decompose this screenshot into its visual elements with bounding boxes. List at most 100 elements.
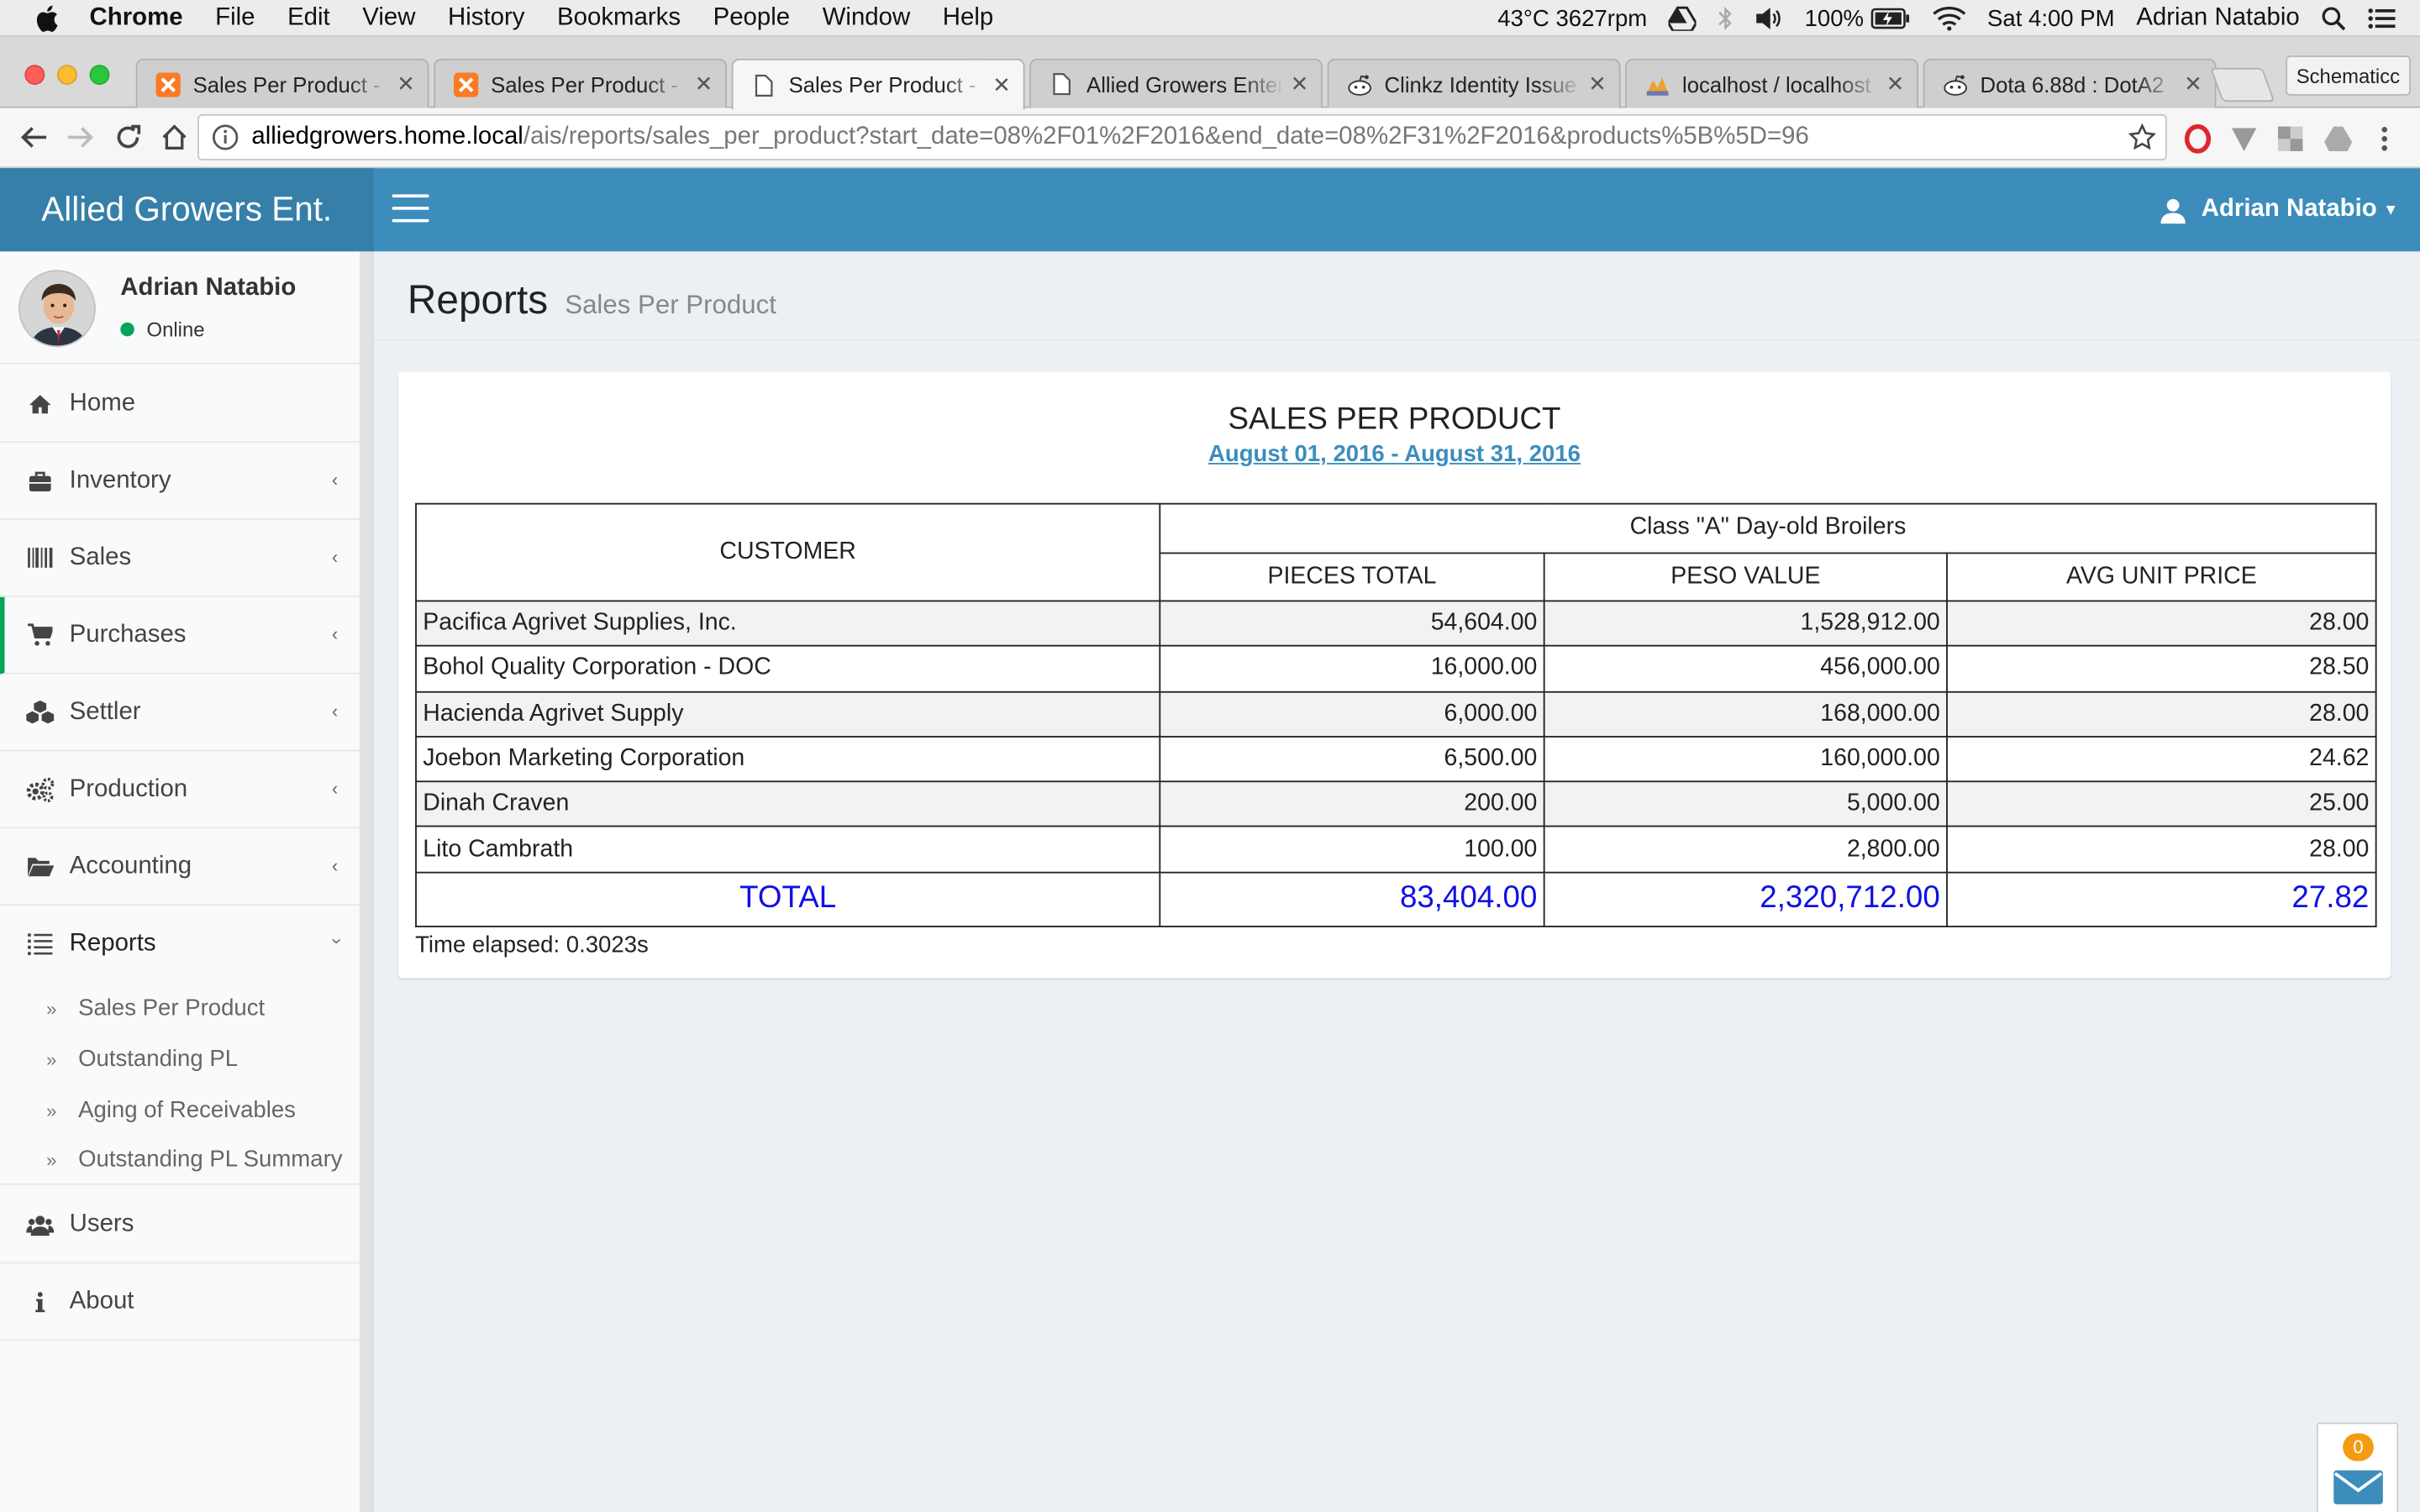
back-button[interactable] — [18, 122, 50, 153]
total-row: TOTAL 83,404.00 2,320,712.00 27.82 — [415, 871, 2377, 927]
browser-tab[interactable]: localhost / localhost / ✕ — [1625, 58, 1919, 108]
app-logo[interactable]: Allied Growers Ent. — [0, 168, 374, 252]
browser-tab[interactable]: Clinkz Identity Issue : ✕ — [1327, 58, 1621, 108]
battery-percent[interactable]: 100% — [1805, 5, 1864, 31]
apple-icon[interactable] — [34, 4, 58, 32]
sidebar-item-about[interactable]: About — [0, 1263, 360, 1341]
volume-icon[interactable] — [1755, 6, 1783, 30]
reload-button[interactable] — [113, 122, 144, 153]
sidebar-scrollbar[interactable] — [359, 251, 372, 1512]
sidebar-toggle-button[interactable] — [392, 194, 429, 225]
column-header-avg-unit-price: AVG UNIT PRICE — [1946, 551, 2377, 602]
drive-extension-icon[interactable] — [2323, 123, 2354, 155]
chrome-menu-icon[interactable] — [2372, 123, 2396, 155]
report-title: SALES PER PRODUCT — [1228, 402, 1561, 437]
menu-view[interactable]: View — [362, 4, 415, 32]
new-tab-button[interactable] — [2210, 67, 2275, 102]
clock[interactable]: Sat 4:00 PM — [1987, 5, 2115, 31]
menubar-user[interactable]: Adrian Natabio — [2136, 5, 2299, 33]
opera-extension-icon[interactable] — [2182, 123, 2213, 155]
sidebar: Adrian Natabio Online Home Inventory ‹ S… — [0, 251, 374, 1512]
sidebar-item-production[interactable]: Production ‹ — [0, 751, 360, 829]
wifi-icon[interactable] — [1932, 6, 1965, 31]
window-minimize-button[interactable] — [56, 65, 77, 86]
browser-tab-active[interactable]: Sales Per Product - R ✕ — [731, 58, 1025, 110]
online-dot-icon — [120, 322, 134, 337]
sidebar-item-users[interactable]: Users — [0, 1186, 360, 1264]
google-drive-icon[interactable] — [1668, 6, 1697, 31]
pieces-cell: 200.00 — [1159, 780, 1545, 828]
user-status-label: Online — [146, 318, 205, 341]
menu-help[interactable]: Help — [943, 4, 993, 32]
sidebar-item-purchases[interactable]: Purchases ‹ — [0, 596, 360, 675]
sidebar-item-inventory[interactable]: Inventory ‹ — [0, 443, 360, 520]
double-chevron-right-icon: » — [46, 1048, 57, 1070]
report-box: SALES PER PRODUCT August 01, 2016 - Augu… — [397, 371, 2391, 979]
browser-tab[interactable]: Sales Per Product - R ✕ — [434, 58, 728, 108]
xampp-icon — [454, 71, 479, 97]
sidebar-subitem-outstanding-pl-summary[interactable]: » Outstanding PL Summary — [0, 1136, 360, 1185]
battery-charging-icon[interactable] — [1870, 8, 1910, 29]
tab-close-icon[interactable]: ✕ — [1291, 71, 1309, 97]
table-row: Dinah Craven 200.00 5,000.00 25.00 — [415, 780, 2377, 828]
menu-edit[interactable]: Edit — [287, 4, 330, 32]
users-icon — [26, 1210, 55, 1238]
column-header-product: Class "A" Day-old Broilers — [1159, 502, 2377, 554]
sidebar-subitem-label: Aging of Receivables — [78, 1096, 296, 1124]
tab-close-icon[interactable]: ✕ — [992, 71, 1011, 97]
tab-close-icon[interactable]: ✕ — [1886, 71, 1905, 97]
browser-tab[interactable]: Allied Growers Enterp ✕ — [1029, 58, 1323, 108]
vimium-extension-icon[interactable] — [2228, 123, 2260, 155]
checker-extension-icon[interactable] — [2275, 123, 2306, 155]
info-icon — [26, 1288, 54, 1315]
menu-app-name[interactable]: Chrome — [90, 4, 183, 32]
double-chevron-right-icon: » — [46, 997, 57, 1020]
sidebar-item-accounting[interactable]: Accounting ‹ — [0, 828, 360, 906]
menu-people[interactable]: People — [713, 4, 791, 32]
mail-widget[interactable]: 0 — [2316, 1422, 2399, 1512]
tab-close-icon[interactable]: ✕ — [397, 71, 415, 97]
sidebar-item-settler[interactable]: Settler ‹ — [0, 675, 360, 752]
sidebar-subitem-sales-per-product[interactable]: » Sales Per Product — [0, 983, 360, 1034]
report-date-range-link[interactable]: August 01, 2016 - August 31, 2016 — [398, 441, 2391, 467]
menu-history[interactable]: History — [448, 4, 524, 32]
user-panel: Adrian Natabio Online — [0, 251, 360, 365]
sidebar-item-label: Home — [69, 389, 136, 416]
menu-bookmarks[interactable]: Bookmarks — [557, 4, 681, 32]
bookmark-star-icon[interactable] — [2128, 123, 2156, 151]
table-row: Bohol Quality Corporation - DOC 16,000.0… — [415, 645, 2377, 692]
menu-window[interactable]: Window — [823, 4, 911, 32]
time-elapsed: Time elapsed: 0.3023s — [415, 932, 649, 958]
bluetooth-icon[interactable] — [1718, 6, 1733, 31]
envelope-icon — [2333, 1470, 2383, 1504]
user-dropdown[interactable]: Adrian Natabio ▼ — [2160, 168, 2398, 251]
window-zoom-button[interactable] — [89, 65, 110, 86]
chevron-left-icon: ‹ — [331, 546, 339, 568]
temperature-fan-readout[interactable]: 43°C 3627rpm — [1497, 5, 1647, 31]
peso-cell: 1,528,912.00 — [1543, 600, 1948, 648]
sidebar-item-sales[interactable]: Sales ‹ — [0, 520, 360, 597]
notification-center-icon[interactable] — [2368, 8, 2396, 29]
sidebar-subitem-aging-of-receivables[interactable]: » Aging of Receivables — [0, 1084, 360, 1136]
browser-tab[interactable]: Dota 6.88d : DotA2 ✕ — [1923, 58, 2217, 108]
sidebar-item-home[interactable]: Home — [0, 365, 360, 444]
tab-close-icon[interactable]: ✕ — [695, 71, 713, 97]
briefcase-icon — [26, 467, 54, 495]
spotlight-search-icon[interactable] — [2321, 6, 2346, 31]
window-close-button[interactable] — [24, 65, 45, 86]
tab-close-icon[interactable]: ✕ — [1588, 71, 1607, 97]
column-header-customer: CUSTOMER — [415, 502, 1161, 602]
reddit-icon — [1943, 71, 1967, 96]
tab-close-icon[interactable]: ✕ — [2184, 71, 2202, 97]
info-circle-icon[interactable] — [212, 123, 239, 151]
sidebar-subitem-outstanding-pl[interactable]: » Outstanding PL — [0, 1034, 360, 1085]
browser-tab[interactable]: Sales Per Product - R ✕ — [135, 58, 429, 108]
home-button[interactable] — [159, 122, 190, 153]
address-bar[interactable]: alliedgrowers.home.local/ais/reports/sal… — [197, 113, 2167, 161]
avg-cell: 28.00 — [1946, 826, 2377, 874]
menu-file[interactable]: File — [215, 4, 255, 32]
forward-button[interactable] — [65, 122, 96, 153]
sidebar-subitem-label: Outstanding PL — [78, 1046, 239, 1073]
sidebar-item-reports[interactable]: Reports ‹ — [0, 906, 360, 983]
profile-button[interactable]: Schematicc — [2285, 55, 2411, 96]
